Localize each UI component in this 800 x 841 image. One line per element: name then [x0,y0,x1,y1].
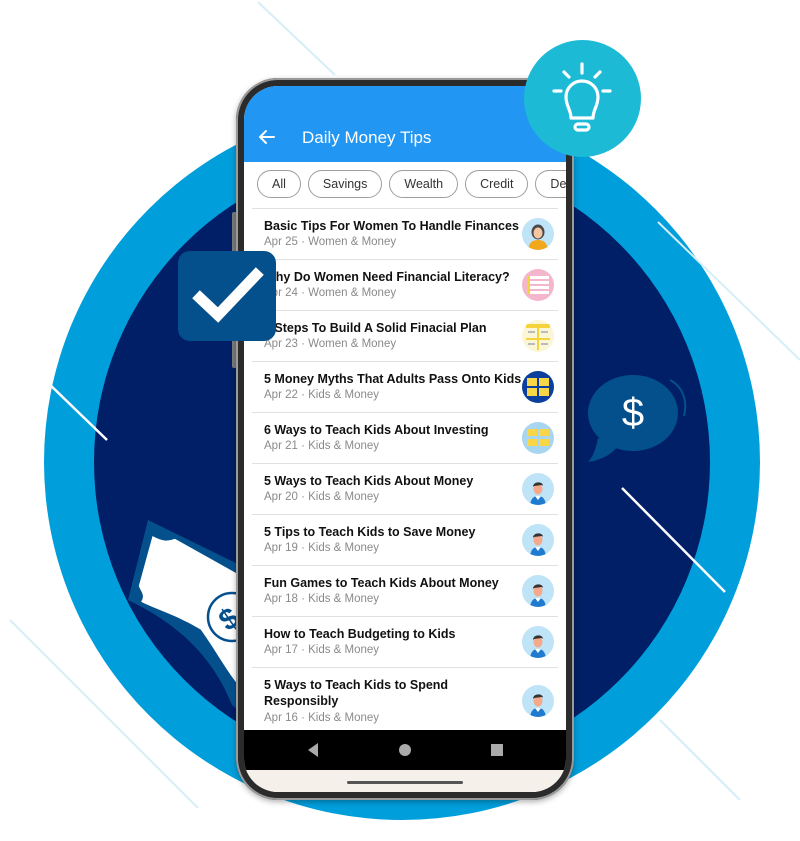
item-title: 5 Ways to Teach Kids to Spend Responsibl… [264,678,449,708]
item-meta: Apr 18 · Kids & Money [264,593,380,605]
banknote-icon: $ [128,520,250,720]
nav-home-icon[interactable] [398,742,412,758]
lightbulb-badge [524,40,641,157]
list-item[interactable]: Basic Tips For Women To Handle Finances … [252,209,558,260]
list-item[interactable]: Why Do Women Need Financial Literacy? Ap… [252,260,558,311]
deco-line [659,719,741,801]
man-avatar-icon [522,685,554,717]
home-indicator[interactable] [347,781,463,784]
deco-line [257,1,336,76]
list-item[interactable]: 5 Money Myths That Adults Pass Onto Kids… [252,362,558,413]
nav-recents-icon[interactable] [490,742,504,758]
item-meta: Apr 22 · Kids & Money [264,389,380,401]
item-meta: Apr 20 · Kids & Money [264,491,380,503]
checkmark-badge [178,251,276,341]
infographic-thumbnail-icon [522,320,554,352]
list-item[interactable]: 7 Steps To Build A Solid Finacial Plan A… [252,311,558,362]
infographic-thumbnail-icon [522,269,554,301]
checkmark-icon [192,267,264,323]
list-item[interactable]: How to Teach Budgeting to Kids Apr 17 · … [252,617,558,668]
arrow-left-icon[interactable] [256,126,278,148]
item-meta: Apr 19 · Kids & Money [264,542,380,554]
chip-savings[interactable]: Savings [307,170,383,198]
list-item[interactable]: Fun Games to Teach Kids About Money Apr … [252,566,558,617]
phone-screen: Daily Money Tips All Savings Wealth Credit D… [244,86,566,792]
gesture-area [244,770,566,792]
item-meta: Apr 16 · Kids & Money [264,712,380,724]
item-meta: Apr 17 · Kids & Money [264,644,380,656]
item-title: Why Do Women Need Financial Literacy? [264,270,510,284]
man-avatar-icon [522,626,554,658]
item-title: 6 Ways to Teach Kids About Investing [264,423,489,437]
item-title: 5 Ways to Teach Kids About Money [264,474,474,488]
infographic-thumbnail-icon [522,422,554,454]
lightbulb-icon [552,62,612,132]
chip-credit[interactable]: Credit [465,170,529,198]
list-item[interactable]: 5 Ways to Teach Kids About Money Apr 20 … [252,464,558,515]
man-avatar-icon [522,524,554,556]
chip-debt[interactable]: Debt [535,170,566,198]
chip-all[interactable]: All [257,170,301,198]
list-item[interactable]: 6 Ways to Teach Kids About Investing Apr… [252,413,558,464]
dollar-bubble-icon: $ [588,375,687,462]
woman-avatar-icon [522,218,554,250]
item-meta: Apr 23 · Women & Money [264,338,397,350]
app-bar: Daily Money Tips [244,86,566,162]
item-meta: Apr 25 · Women & Money [264,236,397,248]
infographic-thumbnail-icon [522,371,554,403]
item-title: 5 Money Myths That Adults Pass Onto Kids [264,372,522,386]
item-meta: Apr 21 · Kids & Money [264,440,380,452]
item-title: 7 Steps To Build A Solid Finacial Plan [264,321,487,335]
nav-back-icon[interactable] [306,742,320,758]
chip-wealth[interactable]: Wealth [389,170,459,198]
list-item[interactable]: 5 Ways to Teach Kids to Spend Responsibl… [252,668,558,734]
man-avatar-icon [522,473,554,505]
phone-frame: Daily Money Tips All Savings Wealth Credit D… [236,78,574,800]
item-title: How to Teach Budgeting to Kids [264,627,456,641]
article-list: Basic Tips For Women To Handle Finances … [252,209,558,734]
android-nav-bar [244,730,566,770]
list-item[interactable]: 5 Tips to Teach Kids to Save Money Apr 1… [252,515,558,566]
page-title: Daily Money Tips [302,128,432,147]
item-meta: Apr 24 · Women & Money [264,287,397,299]
item-title: Fun Games to Teach Kids About Money [264,576,499,590]
man-avatar-icon [522,575,554,607]
svg-text:$: $ [622,391,644,435]
item-title: 5 Tips to Teach Kids to Save Money [264,525,476,539]
category-chips: AllSavingsWealthCreditDebt [244,162,566,208]
item-title: Basic Tips For Women To Handle Finances [264,219,519,233]
